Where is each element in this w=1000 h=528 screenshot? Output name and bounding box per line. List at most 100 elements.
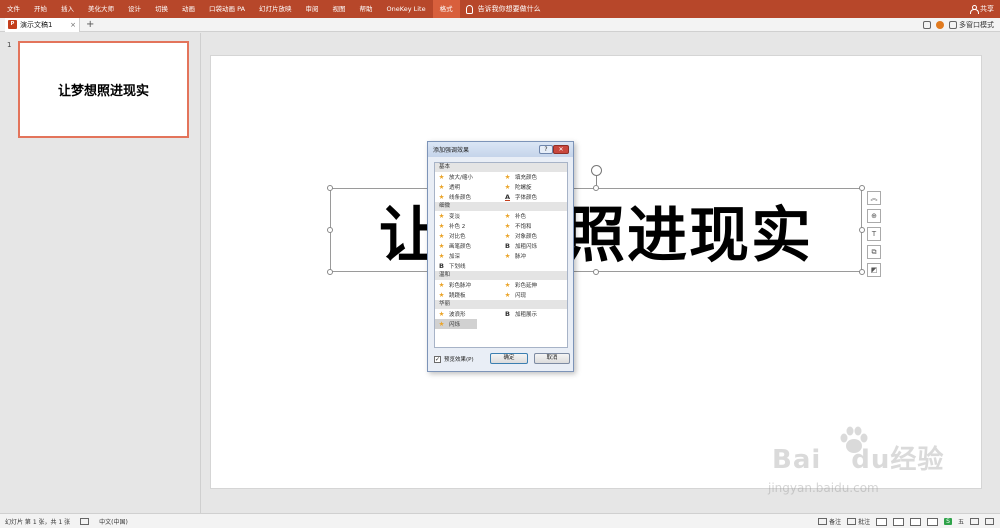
star-icon: ★ [504,222,511,230]
effect-item[interactable]: ★ 加深 [435,251,501,261]
effect-item[interactable]: ★ 波浪形 [435,309,501,319]
effect-label: 下划线 [449,264,466,270]
text-box-selection[interactable] [330,188,862,272]
effect-item[interactable]: ★ 彩色脉冲 [435,280,501,290]
resize-handle-tr[interactable] [859,185,865,191]
effect-label: 对象颜色 [515,234,538,240]
slide-info: 幻灯片 第 1 张，共 1 张 [5,518,71,526]
notes-button[interactable]: 备注 [818,517,841,526]
ribbon-tab[interactable]: 口袋动画 PA [202,0,252,18]
slide-thumbnail[interactable]: 让梦想照进现实 [18,41,189,138]
effect-item[interactable]: B 加粗闪烁 [501,241,567,251]
gear-icon[interactable] [936,21,944,29]
ribbon-tab[interactable]: 文件 [0,0,27,18]
effect-item[interactable]: ★ 变淡 [435,211,501,221]
spellcheck-icon[interactable] [80,517,90,525]
star-icon: ★ [504,252,511,260]
tell-me-search[interactable]: 告诉我你想要做什么 [465,4,541,14]
ribbon-tab[interactable]: 动画 [175,0,202,18]
doc-tab[interactable]: P 演示文稿1 × [5,17,80,32]
resize-handle-mr[interactable] [859,227,865,233]
crop-icon[interactable]: ◩ [867,263,881,277]
layout-icon[interactable]: ⊕ [867,209,881,223]
search-icon[interactable] [923,21,931,29]
normal-view-icon[interactable] [876,517,888,526]
ribbon-tab[interactable]: 视图 [326,0,353,18]
effect-item[interactable]: ★ 画笔颜色 [435,241,501,251]
slide-number: 1 [7,41,12,49]
multi-window-button[interactable]: 多窗口模式 [949,20,994,30]
effect-item[interactable]: ★ 闪现 [501,290,567,300]
effect-row: ★ 透明 ★ 陀螺旋 [435,182,567,192]
effect-list[interactable]: 基本 ★ 放大/缩小 ★ 填充颜色 ★ 透明 ★ 陀螺旋 ★ 线条颜色 A 字体颜色 细微 ★ 变淡 ★ 补色 ★ 补… [434,162,568,348]
effect-item[interactable]: ★ 对象颜色 [501,231,567,241]
resize-handle-tl[interactable] [327,185,333,191]
ribbon-tab[interactable]: 审阅 [299,0,326,18]
effect-label: 字体颜色 [515,195,538,201]
ribbon-tab[interactable]: 设计 [121,0,148,18]
resize-handle-tc[interactable] [593,185,599,191]
effect-item[interactable]: ★ 跷跷板 [435,290,501,300]
effect-label: 加粗展示 [515,312,538,318]
comments-button[interactable]: 批注 [847,517,870,526]
close-icon[interactable]: × [70,21,76,29]
effect-item[interactable]: ★ 放大/缩小 [435,172,501,182]
effect-row: ★ 波浪形 B 加粗展示 [435,309,567,319]
resize-handle-bc[interactable] [593,269,599,275]
collapse-icon[interactable]: ︽ [867,191,881,205]
ime-indicator[interactable]: S [944,518,952,525]
copy-icon[interactable]: ⧉ [867,245,881,259]
resize-handle-bl[interactable] [327,269,333,275]
font-color-icon: A [504,193,511,201]
ribbon-tab[interactable]: 格式 [432,0,460,18]
resize-handle-br[interactable] [859,269,865,275]
preview-checkbox[interactable]: ✓ [434,355,441,363]
effect-item[interactable]: ★ 陀螺旋 [501,182,567,192]
share-button[interactable]: 共享 [970,0,994,18]
ok-button[interactable]: 确定 [490,353,528,364]
help-button[interactable]: ? [539,145,553,154]
effect-item[interactable]: ★ 脉冲 [501,251,567,261]
text-icon[interactable]: T [867,227,881,241]
ime-mode[interactable]: 五 [958,517,964,526]
ribbon-tab[interactable]: 帮助 [353,0,380,18]
effect-item[interactable]: ★ 闪烁 [435,319,477,329]
ribbon-tab[interactable]: 插入 [54,0,81,18]
slideshow-icon[interactable] [927,517,939,526]
effect-item[interactable]: ★ 线条颜色 [435,192,501,202]
effect-item[interactable]: ★ 透明 [435,182,501,192]
ribbon-tab[interactable]: 美化大师 [81,0,121,18]
effect-item[interactable]: B 加粗展示 [501,309,567,319]
settings-icon[interactable] [985,518,994,525]
slide-sorter-icon[interactable] [893,517,905,526]
effect-item[interactable]: ★ 不饱和 [501,221,567,231]
star-icon: ★ [438,173,445,181]
ribbon: 文件 开始 插入 美化大师 设计 切换 动画 口袋动画 PA 幻灯片放映 审阅 视图 帮助 OneKey… [0,0,1000,18]
effect-item[interactable]: ★ 补色 2 [435,221,501,231]
ribbon-tab[interactable]: OneKey Lite [380,0,433,18]
effect-item[interactable]: ★ 对比色 [435,231,501,241]
reading-view-icon[interactable] [910,517,922,526]
effect-label: 线条颜色 [449,195,472,201]
effect-item[interactable]: B 下划线 [435,261,501,271]
star-icon: ★ [504,183,511,191]
effect-item[interactable]: ★ 彩色延伸 [501,280,567,290]
effect-item[interactable]: ★ 补色 [501,211,567,221]
effect-row: B 下划线 [435,261,567,271]
dialog-close-button[interactable]: ✕ [553,145,569,154]
keyboard-icon[interactable] [970,518,979,525]
ribbon-tab[interactable]: 开始 [27,0,54,18]
ribbon-tab[interactable]: 切换 [148,0,175,18]
effect-group-header: 细微 [435,202,567,211]
cancel-button[interactable]: 取消 [534,353,570,364]
add-tab-button[interactable]: + [86,19,94,30]
bold-icon: B [505,242,510,250]
effect-item[interactable]: ★ 填充颜色 [501,172,567,182]
effect-item[interactable]: A 字体颜色 [501,192,567,202]
ribbon-tab[interactable]: 幻灯片放映 [252,0,299,18]
resize-handle-ml[interactable] [327,227,333,233]
star-icon: ★ [504,212,511,220]
effect-label: 陀螺旋 [515,185,532,191]
rotate-handle-icon[interactable] [591,165,602,176]
star-icon: ★ [438,291,445,299]
